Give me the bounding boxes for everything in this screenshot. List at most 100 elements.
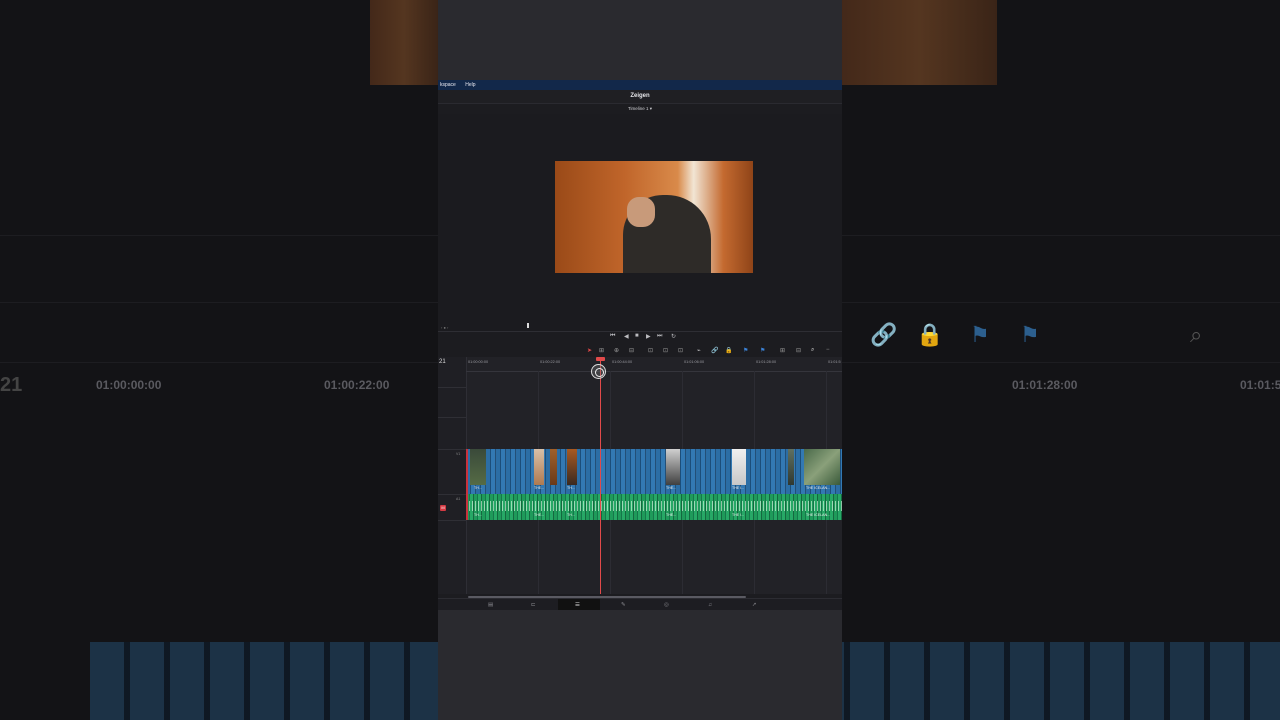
ruler-tick-label: 01:01:5 [828, 360, 841, 364]
audio-clip-label: THE ICELAN... [806, 513, 831, 517]
clip-thumbnail [550, 449, 557, 485]
lock-icon[interactable]: 🔒 [725, 347, 732, 354]
audio-clip-label: TH... [567, 513, 575, 517]
deliver-page-icon[interactable]: ➚ [752, 602, 757, 608]
audio-clip-label: TH... [474, 513, 482, 517]
chevron-down-icon: ▾ [649, 106, 653, 111]
background-timecode-number: 21 [0, 374, 23, 396]
audio-clip-label: THE... [534, 513, 545, 517]
lock-icon: 🔒 [916, 322, 944, 347]
timeline-name: Timeline 1 [627, 106, 649, 111]
clip-start-marker [466, 449, 468, 520]
zoom-icon: ⌕ [1190, 322, 1203, 347]
stop-icon[interactable]: ■ [635, 333, 639, 339]
audio-clip-label: THE... [666, 513, 677, 517]
background-timecode: 01:01:28:00 [1012, 378, 1078, 392]
play-icon[interactable]: ▶ [646, 333, 651, 340]
selection-tool-icon[interactable]: ➤ [587, 347, 592, 354]
marker-icon: ⚑ [1020, 322, 1040, 347]
video-clip-label: THE I... [732, 486, 745, 490]
video-track[interactable]: TH... THE... TH... THE... THE I... THE I… [466, 449, 842, 494]
ruler-tick-label: 01:00:44:00 [612, 360, 633, 364]
track-divider [438, 387, 466, 388]
clip-thumbnail [732, 449, 746, 485]
audio-track-label: A1 [456, 497, 461, 501]
touch-indicator [591, 364, 606, 379]
clip-thumbnail [534, 449, 544, 485]
edit-page-icon[interactable]: ☰ [575, 602, 580, 608]
skip-forward-icon[interactable]: ⏭ [657, 333, 662, 340]
mute-button[interactable]: M [440, 505, 446, 511]
link-icon[interactable]: 🔗 [711, 347, 718, 354]
person-face [627, 197, 655, 227]
zoom-detail-icon[interactable]: ⊞ [780, 347, 785, 354]
menu-item-help[interactable]: Help [465, 82, 475, 88]
background-photo-left [370, 0, 438, 85]
zoom-icon[interactable]: ⌕ [811, 347, 814, 354]
resolve-app: Zeigen Timeline 1 ▾ ‹ ● › ⏮ ◀ ■ ▶ ⏭ ↻ ➤ [438, 90, 842, 611]
ruler-tick-label: 01:00:22:00 [540, 360, 561, 364]
playhead[interactable] [600, 357, 601, 594]
track-headers: 21 V1 A1 M [438, 357, 467, 594]
dynamic-trim-icon[interactable]: ⊕ [614, 347, 619, 354]
track-divider [438, 417, 466, 418]
transport-controls: ⏮ ◀ ■ ▶ ⏭ ↻ [438, 331, 842, 343]
audio-clip-label: THE I... [732, 513, 745, 517]
color-page-icon[interactable]: ◎ [664, 602, 669, 608]
track-divider [438, 520, 466, 521]
timeline-selector[interactable]: Timeline 1 ▾ [438, 104, 842, 114]
viewer[interactable] [438, 114, 842, 324]
media-page-icon[interactable]: ▤ [488, 602, 493, 608]
audio-waveform [466, 501, 842, 511]
audio-track[interactable]: TH... THE... TH... THE... THE I... THE I… [466, 494, 842, 520]
flag-icon: ⚑ [970, 322, 990, 347]
timeline-ruler[interactable]: 01:00:00:00 01:00:22:00 01:00:44:00 01:0… [466, 357, 842, 372]
video-frame [555, 161, 753, 273]
current-timecode: 21 [439, 359, 446, 365]
video-clip-label: TH... [567, 486, 575, 490]
ruler-tick-label: 01:01:06:00 [684, 360, 705, 364]
clip-thumbnail [567, 449, 577, 485]
overwrite-clip-icon[interactable]: ⊡ [663, 347, 668, 354]
clip-thumbnail [788, 449, 794, 485]
insert-clip-icon[interactable]: ⊡ [648, 347, 653, 354]
jog-dots-icon[interactable]: ‹ ● › [441, 325, 448, 330]
video-clip-label: THE ICELAN... [806, 486, 831, 490]
background-timecode: 01:01:5 [1240, 378, 1280, 392]
skip-back-icon[interactable]: ⏮ [610, 333, 615, 340]
video-track-label: V1 [456, 452, 461, 456]
clip-thumbnail [470, 449, 486, 485]
background-timecode: 01:00:22:00 [324, 378, 390, 392]
link-icon: 🔗 [870, 322, 898, 347]
fusion-page-icon[interactable]: ✎ [621, 602, 626, 608]
timeline-area[interactable]: 21 V1 A1 M 01:00:00:00 01:00:22:00 01:00… [438, 357, 842, 594]
background-left [0, 0, 438, 720]
video-clip-label: TH... [474, 486, 482, 490]
blade-tool-icon[interactable]: ⊟ [629, 347, 634, 354]
clip-thumbnail [666, 449, 680, 485]
play-reverse-icon[interactable]: ◀ [624, 333, 629, 340]
fairlight-page-icon[interactable]: ♫ [708, 602, 712, 608]
cut-page-icon[interactable]: ⊏ [531, 602, 536, 608]
phone-bottom-area [438, 610, 842, 720]
phone-recording: kspace Help Zeigen Timeline 1 ▾ ‹ ● › ⏮ … [438, 0, 842, 720]
snapping-icon[interactable]: ⌁ [697, 347, 701, 354]
zoom-custom-icon[interactable]: ⊟ [796, 347, 801, 354]
video-clip-label: THE... [534, 486, 545, 490]
phone-top-area [438, 0, 842, 80]
menu-bar: kspace Help [438, 80, 842, 90]
scrub-playhead[interactable] [527, 323, 529, 328]
ruler-tick-label: 01:00:00:00 [468, 360, 489, 364]
marker-icon[interactable]: ⚑ [760, 347, 765, 354]
project-title: Zeigen [438, 90, 842, 104]
background-right [842, 0, 1280, 720]
clip-thumbnail [804, 449, 840, 485]
trim-tool-icon[interactable]: ⊞ [599, 347, 604, 354]
replace-clip-icon[interactable]: ⊡ [678, 347, 683, 354]
menu-item-workspace[interactable]: kspace [440, 82, 456, 88]
background-photo-right [842, 0, 997, 85]
loop-icon[interactable]: ↻ [671, 333, 676, 340]
background-timecode: 01:00:00:00 [96, 378, 162, 392]
flag-icon[interactable]: ⚑ [743, 347, 748, 354]
zoom-out-icon[interactable]: − [826, 347, 830, 353]
